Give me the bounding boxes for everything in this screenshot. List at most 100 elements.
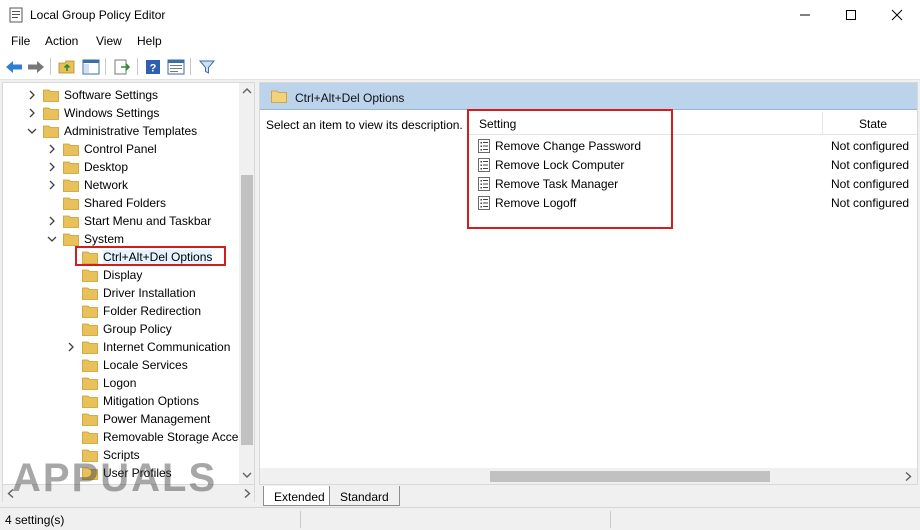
- tree-item-label: Control Panel: [84, 142, 157, 156]
- folder-icon: [82, 323, 98, 336]
- tree-item[interactable]: Start Menu and Taskbar: [3, 212, 239, 230]
- help-button[interactable]: ?: [143, 57, 163, 77]
- scrollbar-thumb[interactable]: [241, 175, 253, 445]
- menu-action[interactable]: Action: [45, 34, 78, 48]
- tree-item-label: Folder Redirection: [103, 304, 202, 318]
- folder-icon: [82, 431, 98, 444]
- tree-item[interactable]: Driver Installation: [3, 284, 239, 302]
- tree-item[interactable]: Power Management: [3, 410, 239, 428]
- menu-file[interactable]: File: [11, 34, 30, 48]
- tree-vertical-scrollbar[interactable]: [239, 83, 254, 484]
- tree-item-label: Mitigation Options: [103, 394, 200, 408]
- tab-standard[interactable]: Standard: [329, 486, 400, 506]
- minimize-button[interactable]: [782, 0, 828, 30]
- folder-icon: [63, 161, 79, 174]
- folder-icon: [271, 90, 287, 103]
- maximize-button[interactable]: [828, 0, 874, 30]
- tree-item[interactable]: Removable Storage Access: [3, 428, 250, 446]
- forward-button[interactable]: [26, 57, 46, 77]
- column-header-state[interactable]: State: [859, 117, 887, 131]
- navigation-tree: Software Settings Windows Settings Adminis…: [2, 82, 255, 485]
- setting-state: Not configured: [831, 177, 910, 191]
- tree-item-label: Administrative Templates: [64, 124, 198, 138]
- details-path-bar: Ctrl+Alt+Del Options: [260, 83, 917, 110]
- status-text: 4 setting(s): [5, 513, 65, 527]
- scrollbar-thumb[interactable]: [490, 471, 770, 482]
- chevron-down-icon[interactable]: [47, 233, 57, 245]
- tree-item-label: Start Menu and Taskbar: [84, 214, 212, 228]
- menu-help[interactable]: Help: [137, 34, 162, 48]
- tree-selection-highlight-box: [75, 246, 226, 266]
- column-separator[interactable]: [822, 112, 823, 134]
- tree-item[interactable]: Software Settings: [3, 86, 239, 104]
- tree-item[interactable]: Logon: [3, 374, 239, 392]
- tab-extended[interactable]: Extended: [263, 486, 336, 506]
- watermark-logo: APPUALS: [12, 456, 218, 500]
- title-bar: Local Group Policy Editor: [0, 0, 920, 30]
- show-hide-tree-button[interactable]: [81, 57, 101, 77]
- tree-item-label: Shared Folders: [84, 196, 167, 210]
- chevron-right-icon[interactable]: [27, 89, 37, 101]
- show-hide-tree-icon: [82, 59, 100, 75]
- tree-item[interactable]: Display: [3, 266, 239, 284]
- folder-icon: [82, 287, 98, 300]
- filter-button[interactable]: [197, 57, 217, 77]
- close-button[interactable]: [874, 0, 920, 30]
- tree-item-label: Display: [103, 268, 143, 282]
- chevron-right-icon[interactable]: [47, 161, 57, 173]
- tree-item[interactable]: Desktop: [3, 158, 239, 176]
- toolbar-separator: [50, 58, 51, 75]
- chevron-right-icon[interactable]: [47, 143, 57, 155]
- forward-icon: [28, 61, 44, 73]
- chevron-right-icon[interactable]: [47, 215, 57, 227]
- chevron-right-icon[interactable]: [47, 179, 57, 191]
- tree-item[interactable]: Group Policy: [3, 320, 239, 338]
- export-list-button[interactable]: [112, 57, 132, 77]
- help-icon: ?: [146, 60, 160, 75]
- tree-item[interactable]: Internet Communication: [3, 338, 239, 356]
- folder-icon: [82, 413, 98, 426]
- details-horizontal-scrollbar[interactable]: [260, 468, 917, 484]
- tree-item[interactable]: Windows Settings: [3, 104, 239, 122]
- toolbar-separator: [190, 58, 191, 75]
- tree-item[interactable]: Locale Services: [3, 356, 239, 374]
- scroll-down-icon: [242, 472, 252, 478]
- folder-icon: [82, 395, 98, 408]
- group-policy-app-icon: [9, 7, 23, 23]
- description-pane: Select an item to view its description.: [260, 110, 467, 472]
- minimize-icon: [800, 14, 810, 16]
- scroll-right-icon: [905, 472, 912, 481]
- status-bar: 4 setting(s): [0, 507, 920, 530]
- maximize-icon: [846, 10, 856, 20]
- tree-item[interactable]: Network: [3, 176, 239, 194]
- scroll-up-icon: [242, 88, 252, 94]
- details-path-title: Ctrl+Alt+Del Options: [295, 91, 405, 105]
- settings-highlight-box: [467, 109, 673, 229]
- tree-item-label: Group Policy: [103, 322, 172, 336]
- tree-item[interactable]: Administrative Templates: [3, 122, 239, 140]
- back-button[interactable]: [4, 57, 24, 77]
- tree-item[interactable]: Shared Folders: [3, 194, 239, 212]
- chevron-down-icon[interactable]: [27, 125, 37, 137]
- chevron-right-icon[interactable]: [66, 341, 76, 353]
- folder-icon: [82, 359, 98, 372]
- tree-item-label: Removable Storage Access: [103, 430, 251, 444]
- folder-icon: [43, 89, 59, 102]
- tree-item-label: Software Settings: [64, 88, 159, 102]
- tree-item-label: Internet Communication: [103, 340, 231, 354]
- tree-item-label: Windows Settings: [64, 106, 160, 120]
- back-icon: [6, 61, 22, 73]
- folder-icon: [82, 377, 98, 390]
- svg-text:?: ?: [150, 63, 157, 75]
- menu-view[interactable]: View: [96, 34, 122, 48]
- tree-item-label: Locale Services: [103, 358, 188, 372]
- tree-item[interactable]: Control Panel: [3, 140, 239, 158]
- tree-item-label: Logon: [103, 376, 137, 390]
- tree-item[interactable]: Folder Redirection: [3, 302, 239, 320]
- folder-icon: [82, 305, 98, 318]
- folder-icon: [43, 107, 59, 120]
- properties-view-button[interactable]: [166, 57, 186, 77]
- tree-item[interactable]: Mitigation Options: [3, 392, 239, 410]
- chevron-right-icon[interactable]: [27, 107, 37, 119]
- up-folder-button[interactable]: [57, 57, 77, 77]
